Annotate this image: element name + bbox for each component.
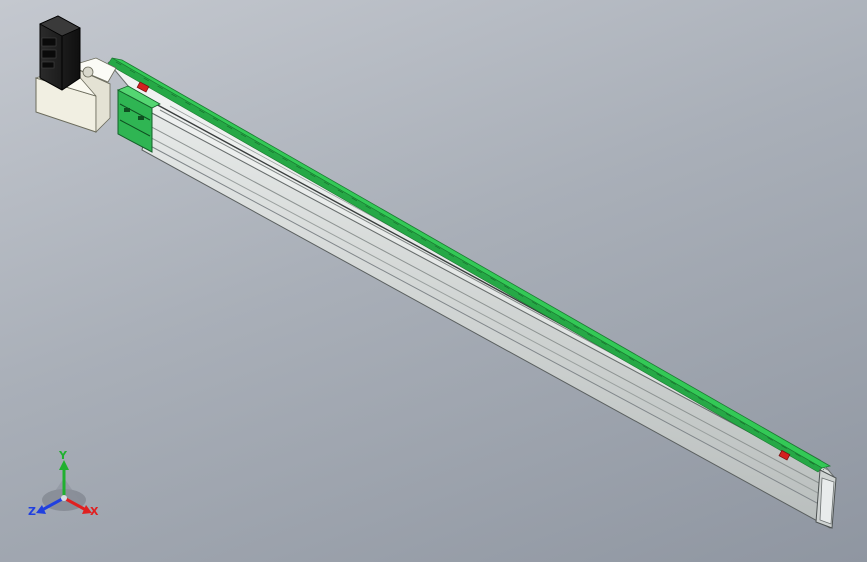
servo-motor[interactable] [39, 15, 81, 91]
rail-end-cap[interactable] [815, 469, 837, 529]
cad-viewport[interactable]: Y X Z [0, 0, 867, 562]
axis-z-label: Z [28, 505, 36, 518]
model-canvas[interactable]: Y X Z [0, 0, 867, 562]
axis-x-label: X [90, 505, 99, 518]
linear-rail-body[interactable] [107, 61, 836, 529]
green-guide-strip[interactable] [107, 57, 832, 473]
reference-triad: Y X Z [28, 449, 99, 518]
axis-y-label: Y [58, 449, 68, 462]
